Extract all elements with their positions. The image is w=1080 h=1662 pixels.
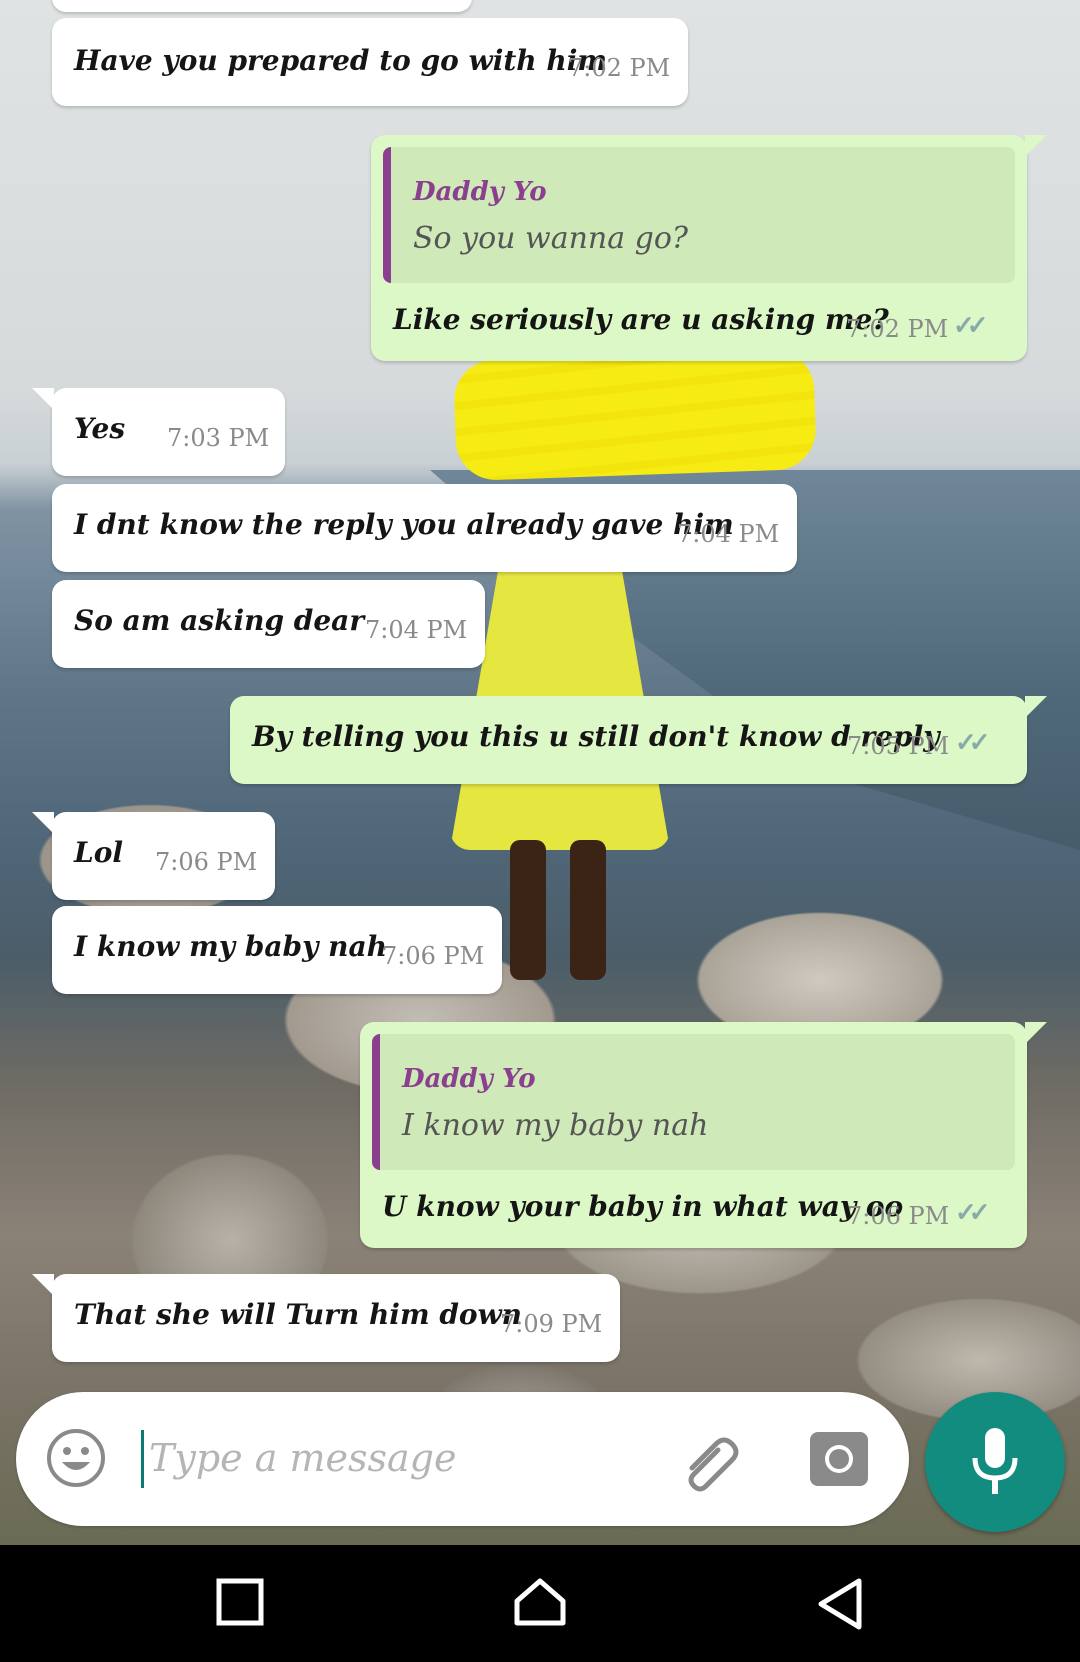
message-text: That she will Turn him down (74, 1298, 523, 1331)
text-cursor (141, 1430, 144, 1488)
message-bubble-incoming[interactable]: Yes 7:03 PM (32, 388, 285, 476)
message-composer[interactable]: Type a message (16, 1392, 909, 1526)
message-text: U know your baby in what way oo (382, 1190, 904, 1223)
message-text: I dnt know the reply you already gave hi… (74, 508, 734, 541)
message-time: 7:05 PM (847, 732, 950, 760)
quote-text: I know my baby nah (402, 1108, 709, 1143)
message-text: So am asking dear (74, 604, 365, 637)
read-ticks-icon: ✓✓ (953, 311, 988, 341)
message-bubble-incoming[interactable]: I know my baby nah 7:06 PM (52, 906, 502, 994)
message-input[interactable]: Type a message (149, 1436, 456, 1480)
quote-accent-bar (372, 1034, 380, 1170)
quoted-message[interactable]: Daddy Yo So you wanna go? (383, 147, 1015, 283)
message-bubble-incoming[interactable]: That she will Turn him down 7:09 PM (32, 1274, 620, 1362)
emoji-icon[interactable] (46, 1428, 106, 1488)
message-bubble-outgoing[interactable]: By telling you this u still don't know d… (230, 696, 1047, 784)
quote-accent-bar (383, 147, 391, 283)
recents-square-icon[interactable] (215, 1577, 265, 1627)
message-bubble-outgoing[interactable]: Daddy Yo I know my baby nah U know your … (360, 1022, 1047, 1248)
quoted-message[interactable]: Daddy Yo I know my baby nah (372, 1034, 1015, 1170)
message-time: 7:06 PM (382, 942, 485, 970)
microphone-icon (972, 1428, 1018, 1494)
message-text: Like seriously are u asking me? (393, 303, 889, 336)
message-time: 7:02 PM (846, 315, 949, 343)
quote-author: Daddy Yo (413, 177, 547, 207)
message-text: Lol (74, 836, 123, 869)
message-bubble-incoming[interactable]: So am asking dear 7:04 PM (52, 580, 485, 668)
message-bubble-incoming[interactable]: Lol 7:06 PM (32, 812, 275, 900)
android-nav-bar (0, 1545, 1080, 1662)
read-ticks-icon: ✓✓ (955, 728, 990, 758)
message-text: I know my baby nah (74, 930, 387, 963)
microphone-button[interactable] (925, 1392, 1065, 1532)
home-icon[interactable] (513, 1577, 567, 1627)
message-time: 7:09 PM (500, 1310, 603, 1338)
message-bubble-partial[interactable] (52, 0, 472, 12)
message-text: Have you prepared to go with him (74, 44, 607, 77)
message-time: 7:04 PM (677, 520, 780, 548)
back-triangle-icon[interactable] (815, 1577, 865, 1631)
censor-scribble (453, 348, 817, 482)
message-bubble-incoming[interactable]: Have you prepared to go with him 7:02 PM (52, 18, 688, 106)
message-text: By telling you this u still don't know d… (252, 720, 940, 753)
quote-text: So you wanna go? (413, 221, 688, 256)
read-ticks-icon: ✓✓ (955, 1198, 990, 1228)
message-time: 7:06 PM (155, 848, 258, 876)
camera-icon[interactable] (808, 1428, 870, 1490)
message-time: 7:06 PM (847, 1202, 950, 1230)
message-time: 7:03 PM (167, 424, 270, 452)
quote-author: Daddy Yo (402, 1064, 536, 1094)
message-text: Yes (74, 412, 126, 445)
message-time: 7:04 PM (365, 616, 468, 644)
paperclip-icon[interactable] (676, 1428, 746, 1494)
message-bubble-incoming[interactable]: I dnt know the reply you already gave hi… (52, 484, 797, 572)
message-time: 7:02 PM (568, 54, 671, 82)
message-bubble-outgoing[interactable]: Daddy Yo So you wanna go? Like seriously… (371, 135, 1047, 361)
